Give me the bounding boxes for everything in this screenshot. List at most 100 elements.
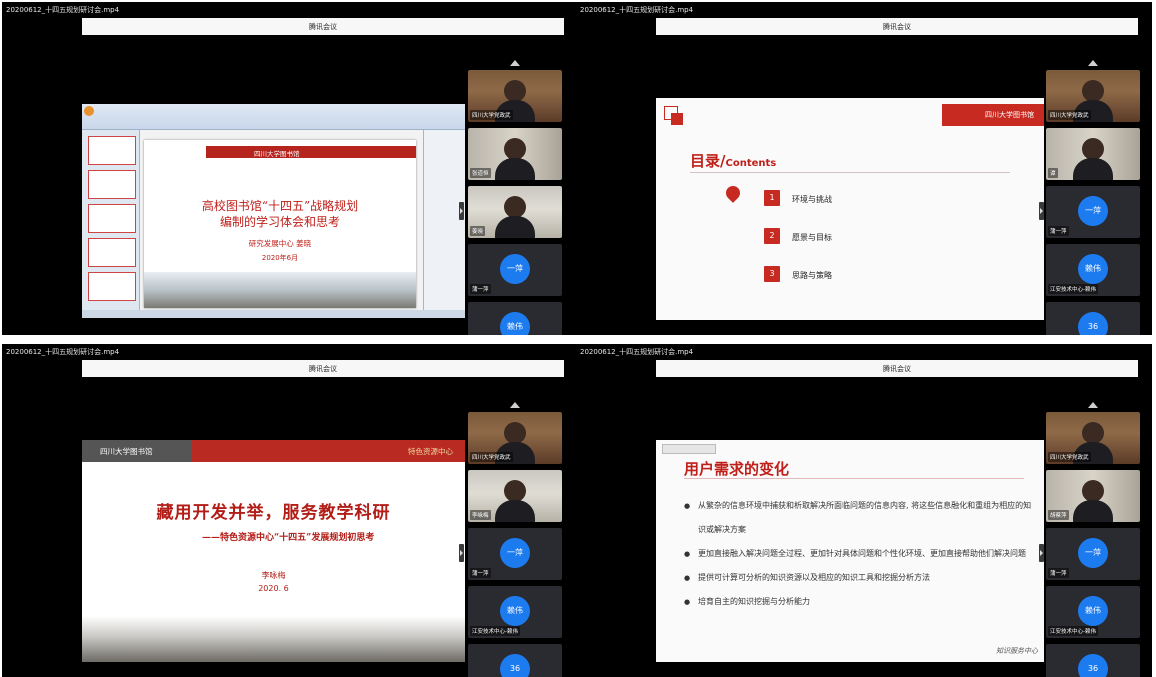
participant-rail[interactable]: 四川大学党政武 张道恒 姜晓 一萍 蒲一萍 赖伟 [468, 60, 564, 335]
collapse-rail-button[interactable] [1039, 202, 1044, 220]
viewer-toolbar[interactable] [662, 444, 716, 454]
participant-body [1073, 500, 1113, 522]
toc-number: 2 [764, 228, 780, 244]
toc-number: 3 [764, 266, 780, 282]
participant-count: 36 [1078, 654, 1108, 677]
slide-thumbnail [88, 170, 136, 199]
participant-name: 蒲一萍 [1048, 226, 1069, 236]
divider [690, 172, 1010, 173]
participant-face [504, 138, 526, 160]
participant-rail[interactable]: 四川大学党政武 李咏梅 一萍 蒲一萍 赖伟 江安技术中心-赖伟 36 [468, 402, 564, 677]
participant-tile[interactable]: 姜晓 [468, 186, 562, 238]
slide-heading: 目录/Contents [690, 150, 776, 171]
collapse-rail-button[interactable] [459, 544, 464, 562]
participant-tile[interactable]: 36 [1046, 644, 1140, 677]
collapse-rail-button[interactable] [459, 202, 464, 220]
scroll-up-icon[interactable] [510, 60, 520, 66]
participant-rail[interactable]: 四川大学党政武 谭 一萍 蒲一萍 赖伟 江安技术中心-赖伟 36 [1046, 60, 1142, 335]
participant-face [504, 196, 526, 218]
participant-tile[interactable]: 四川大学党政武 [468, 412, 562, 464]
meeting-titlebar: 腾讯会议 [656, 18, 1138, 35]
participant-face [1082, 80, 1104, 102]
participant-tile[interactable]: 一萍 蒲一萍 [1046, 528, 1140, 580]
participant-tile[interactable]: 赖伟 江安技术中心-赖伟 [468, 586, 562, 638]
bullet-item: 提供可计算可分析的知识资源以及相应的知识工具和挖掘分析方法 [684, 566, 1034, 590]
slide-heading-en: Contents [725, 158, 777, 169]
avatar: 赖伟 [1078, 596, 1108, 626]
campus-photo [144, 272, 416, 308]
slide-thumbnail [88, 272, 136, 301]
toc-item: 思路与策略 [792, 271, 832, 280]
toc-item: 环境与挑战 [792, 195, 832, 204]
participant-tile[interactable]: 张道恒 [468, 128, 562, 180]
collapse-rail-button[interactable] [1039, 544, 1044, 562]
bullet-item: 更加直接融入解决问题全过程、更加针对具体问题和个性化环境、更加直接帮助他们解决问… [684, 542, 1034, 566]
participant-tile[interactable]: 赖伟 江安技术中心-赖伟 [1046, 244, 1140, 296]
avatar: 一萍 [1078, 538, 1108, 568]
bullet-item: 从繁杂的信息环境中捕获和析取解决所面临问题的信息内容, 将这些信息融化和重组为相… [684, 494, 1034, 542]
participant-name: 四川大学党政武 [470, 110, 513, 120]
participant-tile[interactable]: 36 [468, 644, 562, 677]
participant-face [1082, 422, 1104, 444]
slide-thumbnail [88, 204, 136, 233]
slide-thumbnail [88, 238, 136, 267]
slide-signature: 知识服务中心 [996, 647, 1038, 655]
participant-name: 四川大学党政武 [1048, 452, 1091, 462]
bullet-item: 培育自主的知识挖掘与分析能力 [684, 590, 1034, 614]
participant-tile[interactable]: 一萍 蒲一萍 [1046, 186, 1140, 238]
participant-tile[interactable]: 谭 [1046, 128, 1140, 180]
participant-name: 江安技术中心-赖伟 [470, 626, 520, 636]
slide-title-line: 高校图书馆“十四五”战略规划 [201, 199, 359, 213]
shared-screen: 四川大学图书馆 特色资源中心 藏用开发并举，服务教学科研 ——特色资源中心“十四… [82, 440, 465, 662]
scroll-up-icon[interactable] [510, 402, 520, 408]
participant-tile[interactable]: 36 [1046, 302, 1140, 335]
slide-header-band [206, 146, 416, 158]
participant-tile[interactable]: 四川大学党政武 [1046, 70, 1140, 122]
toc-number: 1 [764, 190, 780, 206]
video-panel-1: 20200612_十四五规划研讨会.mp4 腾讯会议 四川大学图书馆 高校图书馆… [2, 2, 578, 335]
participant-name: 蒲一萍 [470, 568, 491, 578]
slide-date: 2020年6月 [261, 254, 299, 262]
slide-tag: 特色资源中心 [408, 447, 453, 456]
participant-tile[interactable]: 赖伟 江安技术中心-赖伟 [1046, 586, 1140, 638]
ppt-task-pane [423, 130, 465, 310]
participant-name: 江安技术中心-赖伟 [1048, 626, 1098, 636]
bullet-list: 从繁杂的信息环境中捕获和析取解决所面临问题的信息内容, 将这些信息融化和重组为相… [684, 494, 1034, 614]
scroll-up-icon[interactable] [1088, 60, 1098, 66]
participant-face [504, 422, 526, 444]
participant-rail[interactable]: 四川大学党政武 胡蔡萍 一萍 蒲一萍 赖伟 江安技术中心-赖伟 36 [1046, 402, 1142, 677]
avatar: 赖伟 [1078, 254, 1108, 284]
participant-face [504, 480, 526, 502]
participant-face [1082, 480, 1104, 502]
participant-tile[interactable]: 一萍 蒲一萍 [468, 528, 562, 580]
meeting-title: 腾讯会议 [883, 23, 911, 31]
participant-tile[interactable]: 胡蔡萍 [1046, 470, 1140, 522]
avatar: 赖伟 [500, 596, 530, 626]
avatar: 一萍 [1078, 196, 1108, 226]
library-logo: 四川大学图书馆 [254, 150, 300, 158]
participant-body [495, 158, 535, 180]
meeting-titlebar: 腾讯会议 [656, 360, 1138, 377]
location-pin-icon [723, 183, 743, 203]
participant-tile[interactable]: 赖伟 [468, 302, 562, 335]
participant-face [1082, 138, 1104, 160]
meeting-titlebar: 腾讯会议 [82, 360, 564, 377]
participant-tile[interactable]: 四川大学党政武 [468, 70, 562, 122]
scroll-up-icon[interactable] [1088, 402, 1098, 408]
participant-body [495, 500, 535, 522]
avatar: 一萍 [500, 254, 530, 284]
toc-item: 愿景与目标 [792, 233, 832, 242]
participant-tile[interactable]: 李咏梅 [468, 470, 562, 522]
participant-tile[interactable]: 四川大学党政武 [1046, 412, 1140, 464]
participant-tile[interactable]: 一萍 蒲一萍 [468, 244, 562, 296]
slide-subtitle: ——特色资源中心“十四五”发展规划初思考 [202, 533, 375, 543]
corner-decoration-icon [664, 106, 683, 125]
slide-title: 高校图书馆“十四五”战略规划 编制的学习体会和思考 [144, 198, 416, 230]
shared-screen: 用户需求的变化 从繁杂的信息环境中捕获和析取解决所面临问题的信息内容, 将这些信… [656, 440, 1044, 662]
file-name: 20200612_十四五规划研讨会.mp4 [580, 6, 694, 14]
participant-count: 36 [500, 654, 530, 677]
meeting-title: 腾讯会议 [883, 365, 911, 373]
participant-name: 张道恒 [470, 168, 491, 178]
participant-name: 蒲一萍 [470, 284, 491, 294]
meeting-title: 腾讯会议 [309, 23, 337, 31]
